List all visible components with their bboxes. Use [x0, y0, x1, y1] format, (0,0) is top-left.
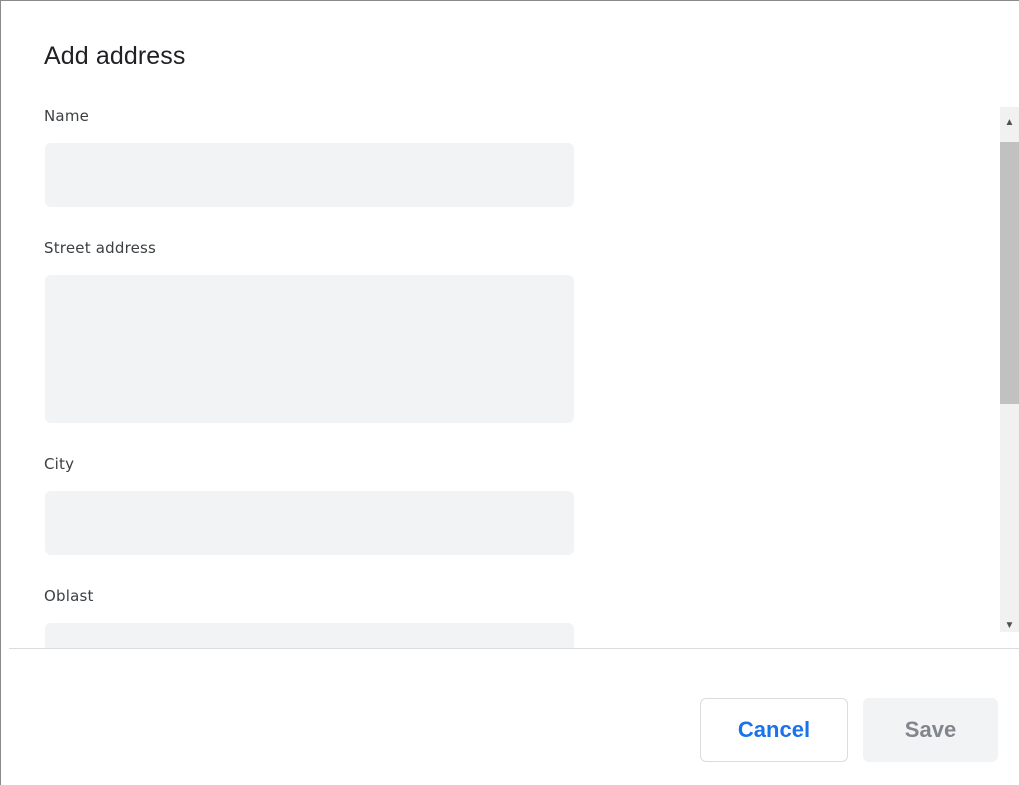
- oblast-input[interactable]: [45, 623, 574, 648]
- dialog-title: Add address: [44, 42, 186, 70]
- save-button[interactable]: Save: [863, 698, 998, 762]
- cancel-button[interactable]: Cancel: [700, 698, 848, 762]
- city-label: City: [44, 455, 75, 473]
- name-input[interactable]: [45, 143, 574, 207]
- street-address-input[interactable]: [45, 275, 574, 423]
- scroll-up-arrow-icon[interactable]: ▲: [1000, 113, 1019, 133]
- scroll-thumb[interactable]: [1000, 142, 1019, 404]
- scroll-down-arrow-icon[interactable]: ▼: [1000, 616, 1019, 636]
- city-input[interactable]: [45, 491, 574, 555]
- name-label: Name: [44, 107, 90, 125]
- street-address-label: Street address: [44, 239, 157, 257]
- add-address-dialog: Add address Name Street address City Obl…: [0, 0, 1019, 785]
- oblast-label: Oblast: [44, 587, 94, 605]
- vertical-scrollbar[interactable]: ▲ ▼: [1000, 107, 1019, 632]
- footer-divider: [9, 648, 1019, 649]
- form-scroll-area[interactable]: Name Street address City Oblast ▲ ▼: [1, 101, 1019, 648]
